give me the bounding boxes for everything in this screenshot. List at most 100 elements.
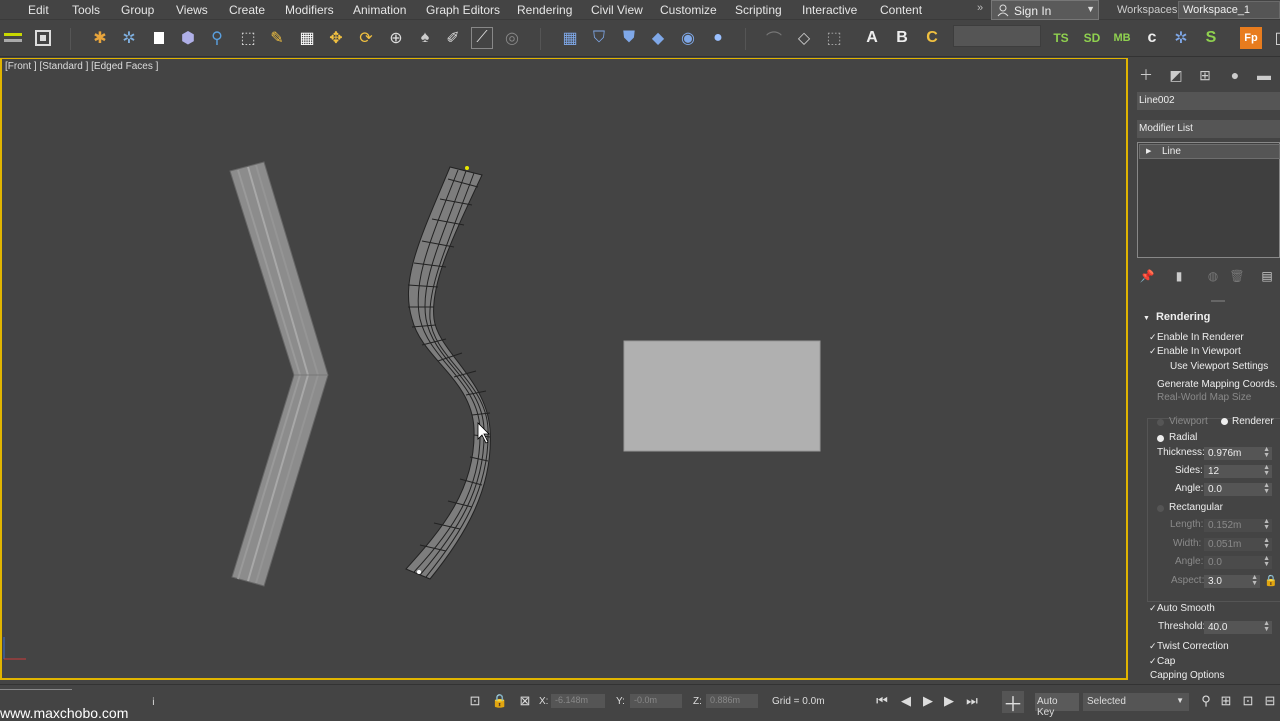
menu-animation[interactable]: Animation [353, 3, 406, 17]
ts-icon[interactable]: TS [1050, 27, 1072, 49]
enable-in-renderer-checkbox[interactable]: ✓ [1149, 333, 1157, 342]
isolate-selection-icon[interactable]: ⊡ [467, 693, 483, 709]
box-icon[interactable]: ◆ [647, 27, 669, 49]
fp-icon[interactable]: Fp [1240, 27, 1262, 49]
grid-icon[interactable]: ▦ [559, 27, 581, 49]
menu-overflow-icon[interactable]: » [977, 2, 983, 14]
unlink-icon[interactable]: ✲ [118, 27, 140, 49]
sign-in-button[interactable]: Sign In ▼ [991, 0, 1099, 20]
go-to-end-icon[interactable]: ⏭ [964, 693, 980, 709]
z-coordinate-field[interactable]: 0.886m [706, 694, 758, 708]
aspect-spinner[interactable]: 3.0 ▲ ▼ [1204, 574, 1260, 588]
select-by-name-icon[interactable]: ⬚ [237, 27, 259, 49]
curve-editor-icon[interactable]: ⌒ [763, 27, 785, 49]
schematic-view-icon[interactable]: ◇ [793, 27, 815, 49]
cylinder-icon[interactable]: ⛉ [588, 27, 610, 49]
show-end-result-icon[interactable]: ▮ [1171, 268, 1187, 284]
s-plugin-icon[interactable]: S [1200, 27, 1222, 49]
radial-radio[interactable] [1157, 435, 1164, 442]
auto-key-button[interactable]: Auto Key [1035, 693, 1079, 718]
x-coordinate-field[interactable]: -6.148m [551, 694, 605, 708]
length-spinner[interactable]: 0.152m ▲ ▼ [1204, 518, 1272, 532]
menu-content[interactable]: Content [880, 3, 922, 17]
auto-smooth-checkbox[interactable]: ✓ [1149, 604, 1157, 613]
undo-icon[interactable] [2, 27, 24, 49]
zoom-icon[interactable]: ⚲ [1198, 693, 1214, 709]
stack-item-line[interactable]: ▶ Line [1139, 144, 1280, 159]
zoom-extents-icon[interactable]: ⊡ [1240, 693, 1256, 709]
spinner-arrows-icon[interactable]: ▲ ▼ [1263, 464, 1270, 477]
panel-divider[interactable] [1211, 300, 1225, 302]
viewport-radio[interactable] [1157, 419, 1164, 426]
use-viewport-settings-checkbox[interactable] [1161, 361, 1169, 369]
menu-interactive[interactable]: Interactive [802, 3, 857, 17]
object-name-field[interactable]: Line002 [1137, 92, 1280, 110]
capping-options-label[interactable]: Capping Options [1150, 670, 1225, 681]
rendered-line-curved[interactable] [405, 166, 491, 580]
workspace-dropdown[interactable]: Workspace_1 [1178, 1, 1280, 19]
rectangular-selection-icon[interactable]: ✎ [266, 27, 288, 49]
sd-icon[interactable]: SD [1081, 27, 1103, 49]
spinner-arrows-icon[interactable]: ▲ ▼ [1263, 518, 1270, 531]
selection-filter-icon[interactable]: ⬢ [177, 27, 199, 49]
render-frame-icon[interactable]: B [891, 27, 913, 49]
select-move-icon[interactable]: ✥ [325, 27, 347, 49]
rendered-line-chevron[interactable] [229, 161, 329, 587]
menu-civil-view[interactable]: Civil View [591, 3, 643, 17]
set-key-icon[interactable]: ＋ [1002, 691, 1024, 716]
hierarchy-tab-icon[interactable]: ⊞ [1196, 66, 1214, 84]
menu-create[interactable]: Create [229, 3, 265, 17]
mb-icon[interactable]: MB [1111, 27, 1133, 49]
spinner-arrows-icon[interactable]: ▲ ▼ [1251, 574, 1258, 587]
renderer-radio[interactable] [1221, 418, 1228, 425]
expand-arrow-icon[interactable]: ▶ [1146, 147, 1151, 155]
window-crossing-icon[interactable]: ▦ [296, 27, 318, 49]
spinner-arrows-icon[interactable]: ▲ ▼ [1263, 555, 1270, 568]
menu-tools[interactable]: Tools [72, 3, 100, 17]
y-coordinate-field[interactable]: -0.0m [630, 694, 682, 708]
select-object-icon[interactable]: ⚲ [206, 27, 228, 49]
configure-modifier-sets-icon[interactable]: ▤ [1259, 268, 1275, 284]
menu-customize[interactable]: Customize [660, 3, 717, 17]
thickness-spinner[interactable]: 0.976m ▲ ▼ [1204, 446, 1272, 460]
plane-object[interactable] [623, 340, 821, 452]
select-scale-icon[interactable]: ⊕ [385, 27, 407, 49]
select-link-icon[interactable]: ✱ [89, 27, 111, 49]
angle-spinner[interactable]: 0.0 ▲ ▼ [1204, 482, 1272, 496]
refresh-icon[interactable]: ✲ [1170, 27, 1192, 49]
select-place-icon[interactable]: ♠ [414, 27, 436, 49]
spinner-arrows-icon[interactable]: ▲ ▼ [1263, 537, 1270, 550]
menu-rendering[interactable]: Rendering [517, 3, 572, 17]
menu-views[interactable]: Views [176, 3, 208, 17]
sphere-icon[interactable]: ● [707, 27, 729, 49]
render-production-icon[interactable]: C [921, 27, 943, 49]
zoom-extents-all-icon[interactable]: ⊟ [1262, 693, 1278, 709]
display-tab-icon[interactable]: ▬ [1255, 66, 1273, 84]
bind-space-warp-icon[interactable] [148, 27, 170, 49]
material-editor-icon[interactable]: ⬚ [823, 27, 845, 49]
named-selection-field[interactable] [953, 25, 1041, 47]
reference-coordinate-icon[interactable]: ⟋ [471, 27, 493, 49]
spinner-arrows-icon[interactable]: ▲ ▼ [1263, 482, 1270, 495]
modifier-list-dropdown[interactable]: Modifier List [1137, 120, 1280, 138]
width-spinner[interactable]: 0.051m ▲ ▼ [1204, 537, 1272, 551]
rectangular-radio[interactable] [1157, 505, 1164, 512]
sides-spinner[interactable]: 12 ▲ ▼ [1204, 464, 1272, 478]
pin-stack-icon[interactable]: 📌 [1139, 268, 1155, 284]
zoom-all-icon[interactable]: ⊞ [1218, 693, 1234, 709]
go-to-start-icon[interactable]: ⏮ [874, 693, 890, 709]
previous-frame-icon[interactable]: ◀ [898, 693, 914, 709]
absolute-mode-icon[interactable]: ⊠ [517, 693, 533, 709]
twist-correction-checkbox[interactable]: ✓ [1149, 642, 1157, 651]
tube-icon[interactable]: ⛊ [618, 27, 640, 49]
snaps-icon[interactable]: ◎ [501, 27, 523, 49]
play-icon[interactable]: ▶ [920, 693, 936, 709]
front-viewport[interactable]: [Front ] [Standard ] [Edged Faces ] [0, 58, 1128, 680]
remove-modifier-icon[interactable]: 🗑 [1229, 268, 1245, 284]
rendering-rollout-header[interactable]: ▼ Rendering [1143, 311, 1210, 323]
redo-icon[interactable] [32, 27, 54, 49]
render-setup-icon[interactable]: A [861, 27, 883, 49]
menu-group[interactable]: Group [121, 3, 154, 17]
cap-checkbox[interactable]: ✓ [1149, 657, 1157, 666]
key-filter-dropdown[interactable]: Selected ▼ [1083, 693, 1189, 711]
